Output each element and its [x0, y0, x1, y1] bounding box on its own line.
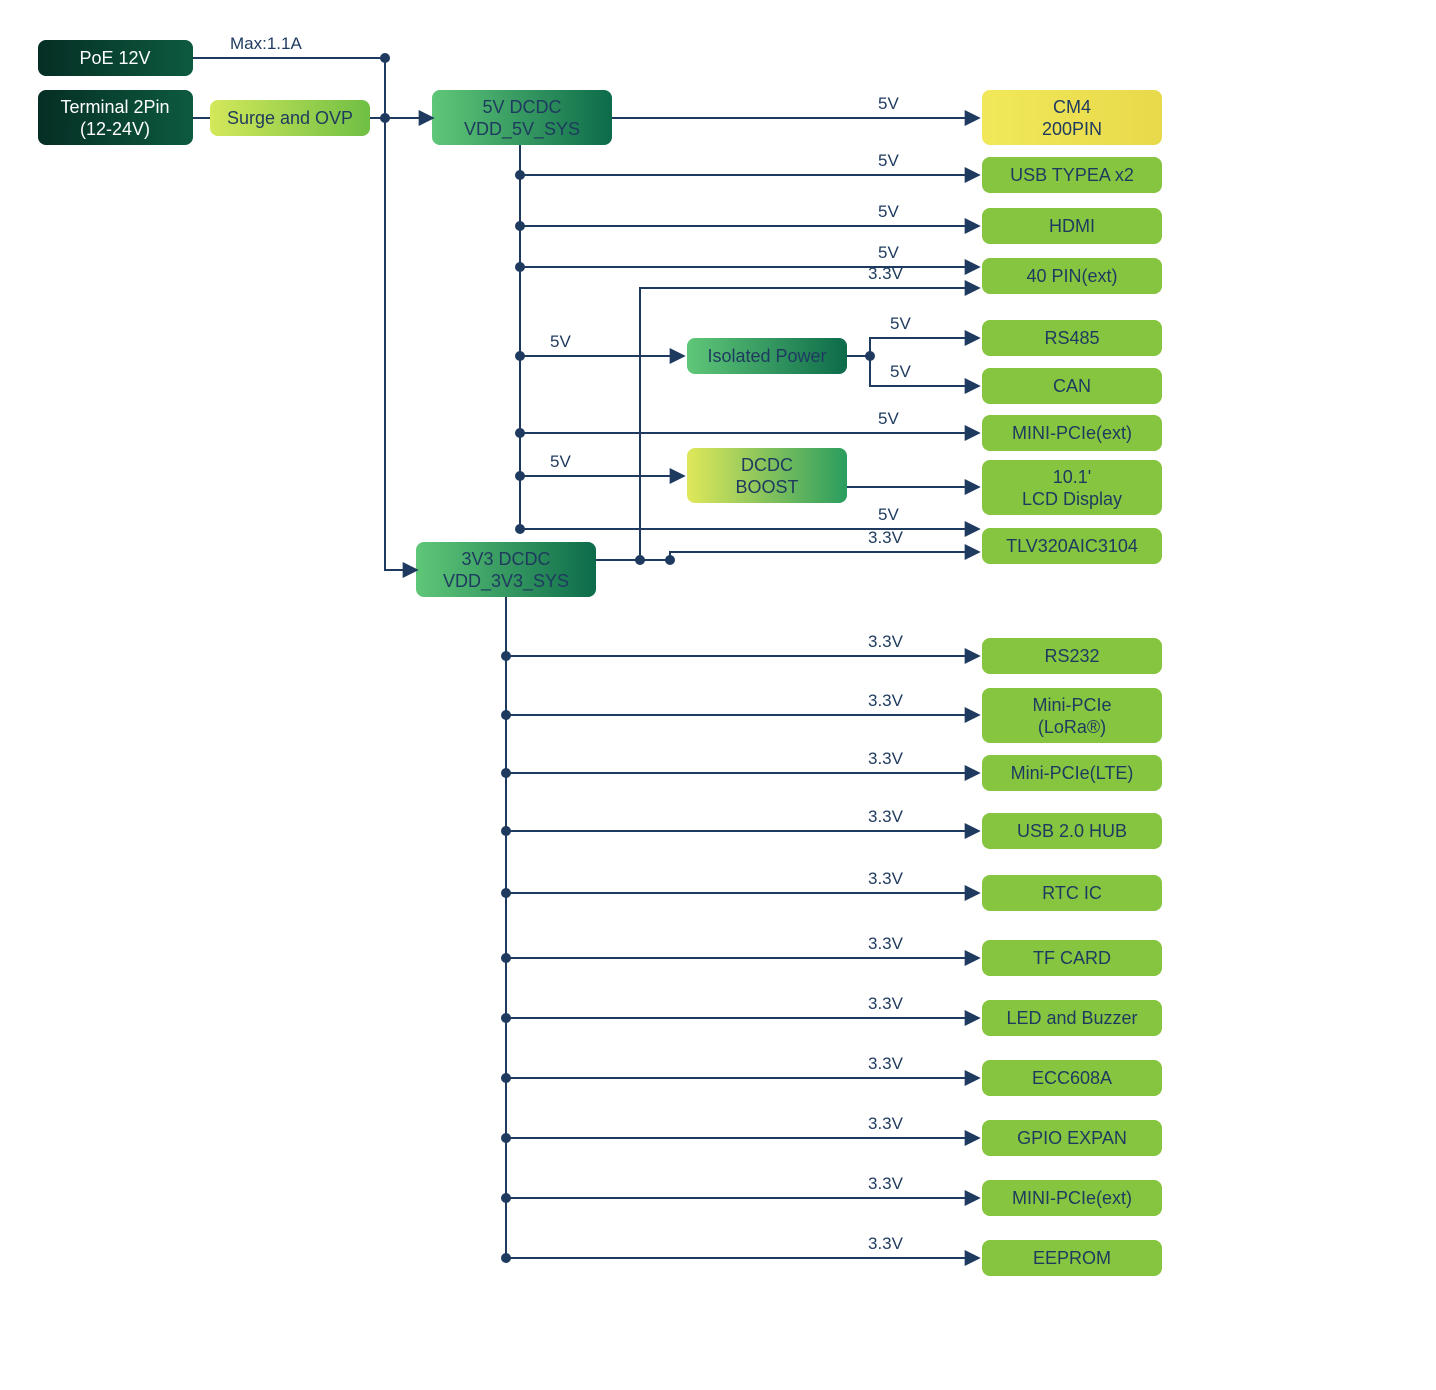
svg-text:5V: 5V [878, 409, 899, 428]
label-usb-typea: USB TYPEA x2 [1010, 165, 1134, 185]
wire-40pin-3v3 [640, 288, 978, 560]
label-tlv: TLV320AIC3104 [1006, 536, 1138, 556]
svg-text:3.3V: 3.3V [868, 1234, 904, 1253]
label-gpio: GPIO EXPAN [1017, 1128, 1127, 1148]
label-lcd-l2: LCD Display [1022, 489, 1122, 509]
label-3v3-dcdc-l2: VDD_3V3_SYS [443, 571, 569, 592]
svg-text:3.3V: 3.3V [868, 264, 904, 283]
svg-text:5V: 5V [878, 243, 899, 262]
svg-text:3.3V: 3.3V [868, 632, 904, 651]
label-eeprom: EEPROM [1033, 1248, 1111, 1268]
label-tf: TF CARD [1033, 948, 1111, 968]
node-poe [380, 53, 390, 63]
label-can: CAN [1053, 376, 1091, 396]
svg-text:5V: 5V [550, 332, 571, 351]
label-cm4-l2: 200PIN [1042, 119, 1102, 139]
svg-text:3.3V: 3.3V [868, 807, 904, 826]
label-mini-pcie-ext2: MINI-PCIe(ext) [1012, 1188, 1132, 1208]
wire-to-3v3 [385, 118, 416, 570]
label-led-buzzer: LED and Buzzer [1006, 1008, 1137, 1028]
svg-text:3.3V: 3.3V [868, 1174, 904, 1193]
label-ecc: ECC608A [1032, 1068, 1112, 1088]
label-boost-l2: BOOST [735, 477, 798, 497]
wire-can [870, 356, 978, 386]
svg-text:5V: 5V [878, 505, 899, 524]
label-rs485: RS485 [1044, 328, 1099, 348]
label-terminal-l2: (12-24V) [80, 119, 150, 139]
svg-text:3.3V: 3.3V [868, 528, 904, 547]
svg-text:5V: 5V [550, 452, 571, 471]
label-lcd-l1: 10.1' [1053, 467, 1091, 487]
svg-text:3.3V: 3.3V [868, 994, 904, 1013]
svg-text:5V: 5V [890, 362, 911, 381]
label-poe: PoE 12V [79, 48, 150, 68]
svg-text:3.3V: 3.3V [868, 1114, 904, 1133]
label-5v-dcdc-l1: 5V DCDC [482, 97, 561, 117]
label-lora-l1: Mini-PCIe [1032, 695, 1111, 715]
label-usb-hub: USB 2.0 HUB [1017, 821, 1127, 841]
label-lte: Mini-PCIe(LTE) [1011, 763, 1134, 783]
svg-text:3.3V: 3.3V [868, 934, 904, 953]
label-3v3-dcdc-l1: 3V3 DCDC [461, 549, 550, 569]
svg-text:5V: 5V [878, 202, 899, 221]
power-block-diagram: PoE 12V Terminal 2Pin (12-24V) Surge and… [20, 20, 1436, 1370]
rail-cm4: 5V [878, 94, 899, 113]
label-lora-l2: (LoRa®) [1038, 717, 1106, 737]
svg-text:5V: 5V [890, 314, 911, 333]
label-cm4-l1: CM4 [1053, 97, 1091, 117]
label-boost-l1: DCDC [741, 455, 793, 475]
svg-text:3.3V: 3.3V [868, 691, 904, 710]
wire-tlv-3v3 [670, 552, 978, 560]
label-hdmi: HDMI [1049, 216, 1095, 236]
label-surge: Surge and OVP [227, 108, 353, 128]
svg-text:3.3V: 3.3V [868, 869, 904, 888]
wires-3v3-group: 3.3V 3.3V 3.3V 3.3V 3.3V 3.3V 3.3V 3.3V … [501, 632, 978, 1263]
svg-text:3.3V: 3.3V [868, 1054, 904, 1073]
svg-text:5V: 5V [878, 151, 899, 170]
label-40pin: 40 PIN(ext) [1026, 266, 1117, 286]
label-terminal-l1: Terminal 2Pin [60, 97, 169, 117]
label-rs232: RS232 [1044, 646, 1099, 666]
label-5v-dcdc-l2: VDD_5V_SYS [464, 119, 580, 140]
svg-text:3.3V: 3.3V [868, 749, 904, 768]
label-mini-pcie-ext: MINI-PCIe(ext) [1012, 423, 1132, 443]
label-isolated: Isolated Power [707, 346, 826, 366]
label-rtc: RTC IC [1042, 883, 1102, 903]
label-max: Max:1.1A [230, 34, 302, 53]
